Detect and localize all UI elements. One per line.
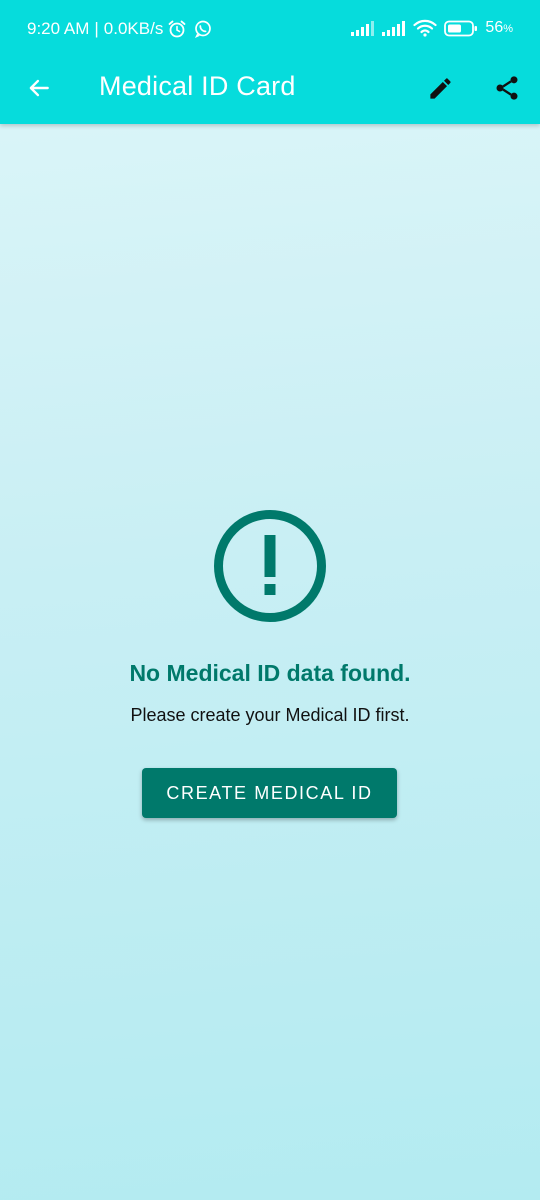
- back-button[interactable]: [18, 67, 60, 109]
- wifi-icon: [413, 19, 438, 37]
- alarm-icon: [168, 20, 186, 38]
- network-speed: 0.0KB/s: [103, 19, 164, 38]
- status-time: 9:20 AM: [27, 19, 90, 38]
- edit-button[interactable]: [418, 66, 462, 110]
- edit-pencil-icon: [429, 77, 451, 99]
- create-medical-id-button[interactable]: CREATE MEDICAL ID: [142, 768, 397, 818]
- status-bar: 9:20 AM | 0.0KB/s 56%: [0, 0, 540, 62]
- status-separator: |: [94, 19, 99, 38]
- app-bar: Medical ID Card: [0, 62, 540, 124]
- battery-level: 56: [485, 19, 504, 36]
- signal-icon: [382, 21, 406, 36]
- battery-icon: [444, 20, 478, 36]
- status-right: 56%: [351, 19, 513, 37]
- battery-unit: %: [503, 23, 513, 35]
- empty-state-icon: [212, 508, 328, 624]
- share-button[interactable]: [485, 66, 529, 110]
- medical-id-screen: 9:20 AM | 0.0KB/s 56% Medical ID Card No…: [0, 0, 540, 1200]
- status-left: 9:20 AM | 0.0KB/s: [27, 19, 213, 39]
- empty-state-title: No Medical ID data found.: [129, 660, 411, 686]
- top-bar: 9:20 AM | 0.0KB/s 56% Medical ID Card: [0, 0, 540, 124]
- whatsapp-icon: [195, 20, 212, 38]
- battery-percentage: 56%: [485, 19, 513, 37]
- empty-state-subtitle: Please create your Medical ID first.: [130, 705, 410, 725]
- page-title: Medical ID Card: [99, 71, 296, 101]
- back-arrow-icon: [29, 79, 49, 97]
- signal-icon: [351, 21, 375, 36]
- exclamation-circle-icon: [214, 510, 326, 622]
- share-icon: [496, 76, 518, 100]
